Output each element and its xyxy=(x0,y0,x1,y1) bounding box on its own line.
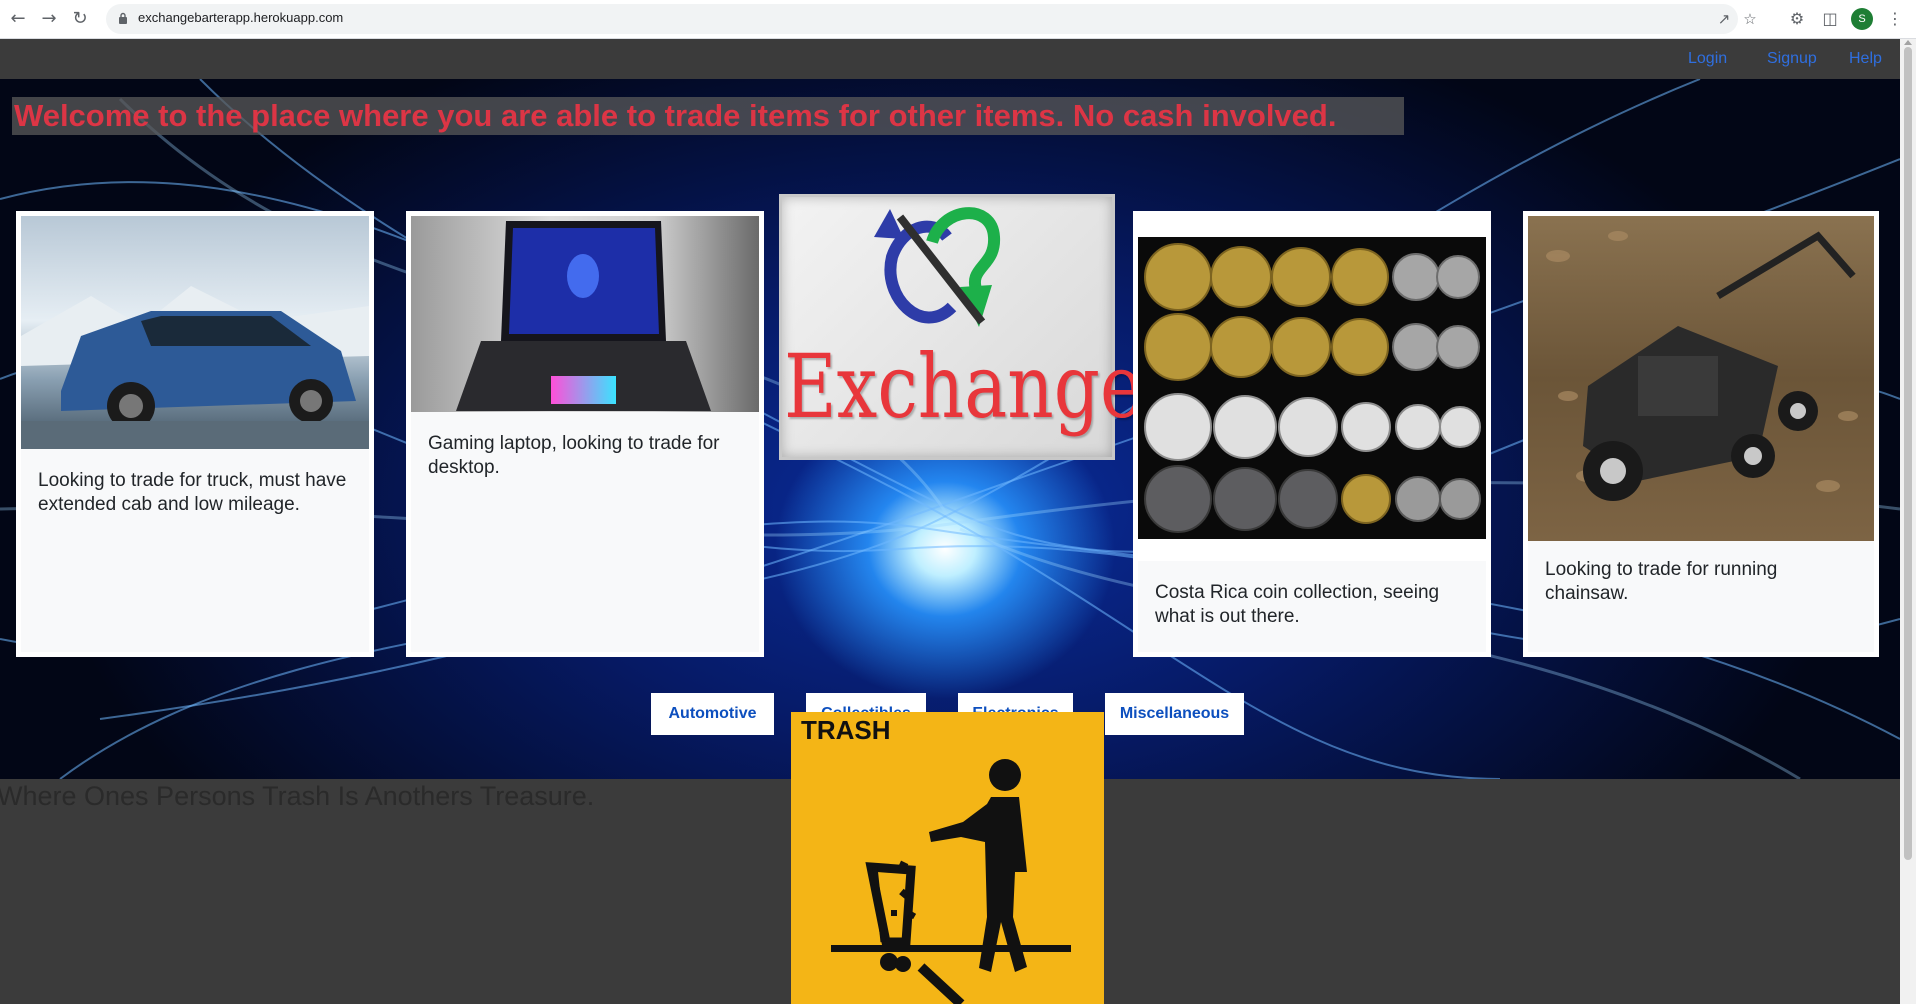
welcome-text: Welcome to the place where you are able … xyxy=(14,98,1337,133)
category-miscellaneous-button[interactable]: Miscellaneous xyxy=(1105,693,1244,735)
card-text: Looking to trade for running chainsaw. xyxy=(1545,559,1778,604)
card-body: Looking to trade for running chainsaw. xyxy=(1528,541,1874,652)
address-bar[interactable]: exchangebarterapp.herokuapp.com ↗ ☆ xyxy=(106,4,1757,34)
signup-link[interactable]: Signup xyxy=(1767,50,1817,68)
card-body: Gaming laptop, looking to trade for desk… xyxy=(411,412,759,652)
hero-section: Welcome to the place where you are able … xyxy=(0,79,1900,779)
listing-card[interactable]: Looking to trade for truck, must have ex… xyxy=(16,211,374,657)
share-icon[interactable]: ↗ xyxy=(1714,9,1734,29)
browser-toolbar: ← → ↻ exchangebarterapp.herokuapp.com ↗ … xyxy=(0,0,1916,39)
card-body: Costa Rica coin collection, seeing what … xyxy=(1138,561,1486,652)
listing-image[interactable] xyxy=(1138,237,1486,539)
listing-card[interactable]: Gaming laptop, looking to trade for desk… xyxy=(406,211,764,657)
listing-image[interactable] xyxy=(21,216,369,449)
coins-image xyxy=(1144,243,1481,533)
scroll-thumb[interactable] xyxy=(1904,47,1912,860)
category-automotive-button[interactable]: Automotive xyxy=(651,693,774,735)
star-icon[interactable]: ☆ xyxy=(1740,9,1760,29)
listing-image[interactable] xyxy=(1528,216,1874,541)
exchange-logo: Exchange xyxy=(779,194,1143,460)
extensions-icon[interactable]: ⚙ xyxy=(1786,8,1808,30)
login-link[interactable]: Login xyxy=(1688,50,1727,68)
logo-text: Exchange xyxy=(784,335,1143,438)
card-text: Costa Rica coin collection, seeing what … xyxy=(1155,582,1440,627)
tagline: Where Ones Persons Trash Is Anothers Tre… xyxy=(0,781,595,811)
top-nav: Login Signup Help xyxy=(0,39,1900,79)
vertical-scrollbar[interactable] xyxy=(1900,39,1916,1004)
trash-sign-image: TRASH xyxy=(791,712,1104,1004)
forward-icon[interactable]: → xyxy=(37,7,61,31)
laptop-image xyxy=(456,221,711,411)
side-panel-icon[interactable]: ◫ xyxy=(1819,8,1841,30)
back-icon[interactable]: ← xyxy=(6,7,30,31)
welcome-banner: Welcome to the place where you are able … xyxy=(12,97,1404,135)
exchange-arrows-icon xyxy=(874,207,1001,327)
person-disposing-trash-icon xyxy=(831,759,1071,1004)
card-body: Looking to trade for truck, must have ex… xyxy=(21,449,369,652)
card-text: Looking to trade for truck, must have ex… xyxy=(38,470,347,515)
lawnmower-image xyxy=(1546,231,1858,501)
card-text: Gaming laptop, looking to trade for desk… xyxy=(428,433,720,478)
menu-icon[interactable]: ⋮ xyxy=(1884,8,1906,30)
lock-icon xyxy=(119,12,127,24)
help-link[interactable]: Help xyxy=(1849,50,1882,68)
avatar[interactable]: S xyxy=(1851,8,1873,30)
car-image xyxy=(21,286,369,449)
url-text: exchangebarterapp.herokuapp.com xyxy=(138,10,344,25)
listing-image[interactable] xyxy=(411,216,759,412)
listing-card[interactable]: Looking to trade for running chainsaw. xyxy=(1523,211,1879,657)
reload-icon[interactable]: ↻ xyxy=(68,7,92,31)
listing-card[interactable]: Costa Rica coin collection, seeing what … xyxy=(1133,211,1491,657)
scroll-up-icon[interactable] xyxy=(1904,40,1912,45)
page: Login Signup Help Welcome to the place w… xyxy=(0,39,1900,1004)
